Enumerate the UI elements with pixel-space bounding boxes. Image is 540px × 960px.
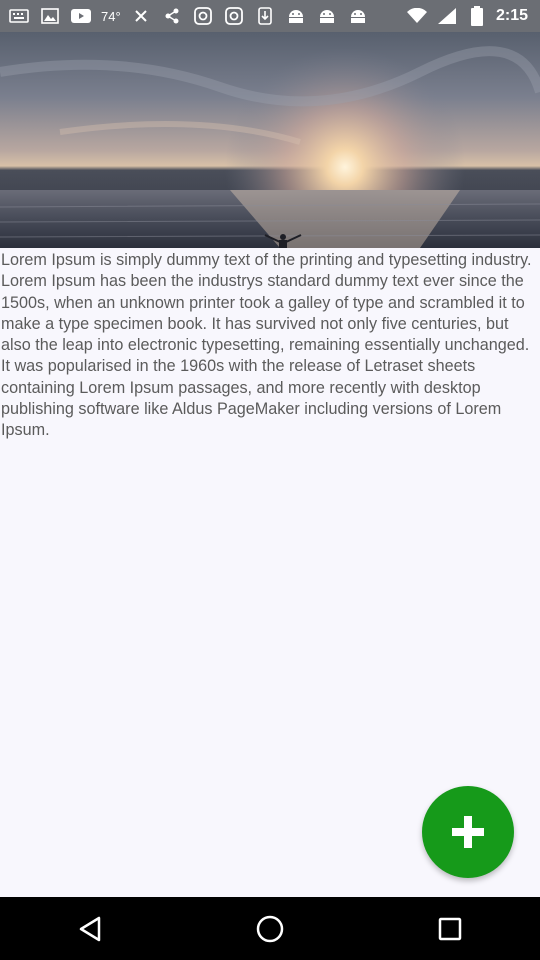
instagram-icon (192, 7, 214, 25)
recents-button[interactable] (420, 899, 480, 959)
instagram-icon (223, 7, 245, 25)
clock: 2:15 (495, 7, 528, 24)
status-left: 74° (0, 7, 369, 25)
recents-icon (438, 917, 462, 940)
android-icon (347, 7, 369, 25)
download-icon (254, 7, 276, 25)
signal-icon (436, 7, 458, 25)
back-button[interactable] (60, 899, 120, 959)
back-icon (79, 916, 101, 941)
status-bar: 74° 2:15 (0, 0, 540, 32)
add-button[interactable] (422, 786, 514, 878)
home-button[interactable] (240, 899, 300, 959)
youtube-icon (70, 7, 92, 25)
photo-icon (39, 7, 61, 25)
plus-icon (452, 816, 484, 848)
home-icon (256, 915, 284, 942)
android-icon (285, 7, 307, 25)
body-text: Lorem Ipsum is simply dummy text of the … (1, 251, 532, 440)
battery-icon (466, 6, 488, 26)
temperature: 74° (101, 8, 121, 24)
keyboard-icon (8, 7, 30, 25)
share-icon (161, 7, 183, 25)
sparkle-icon (130, 7, 152, 25)
status-right: 2:15 (406, 6, 540, 26)
hero-image (0, 32, 540, 248)
navigation-bar (0, 897, 540, 960)
wifi-icon (406, 7, 428, 25)
sunset-picture (0, 32, 540, 248)
android-icon (316, 7, 338, 25)
